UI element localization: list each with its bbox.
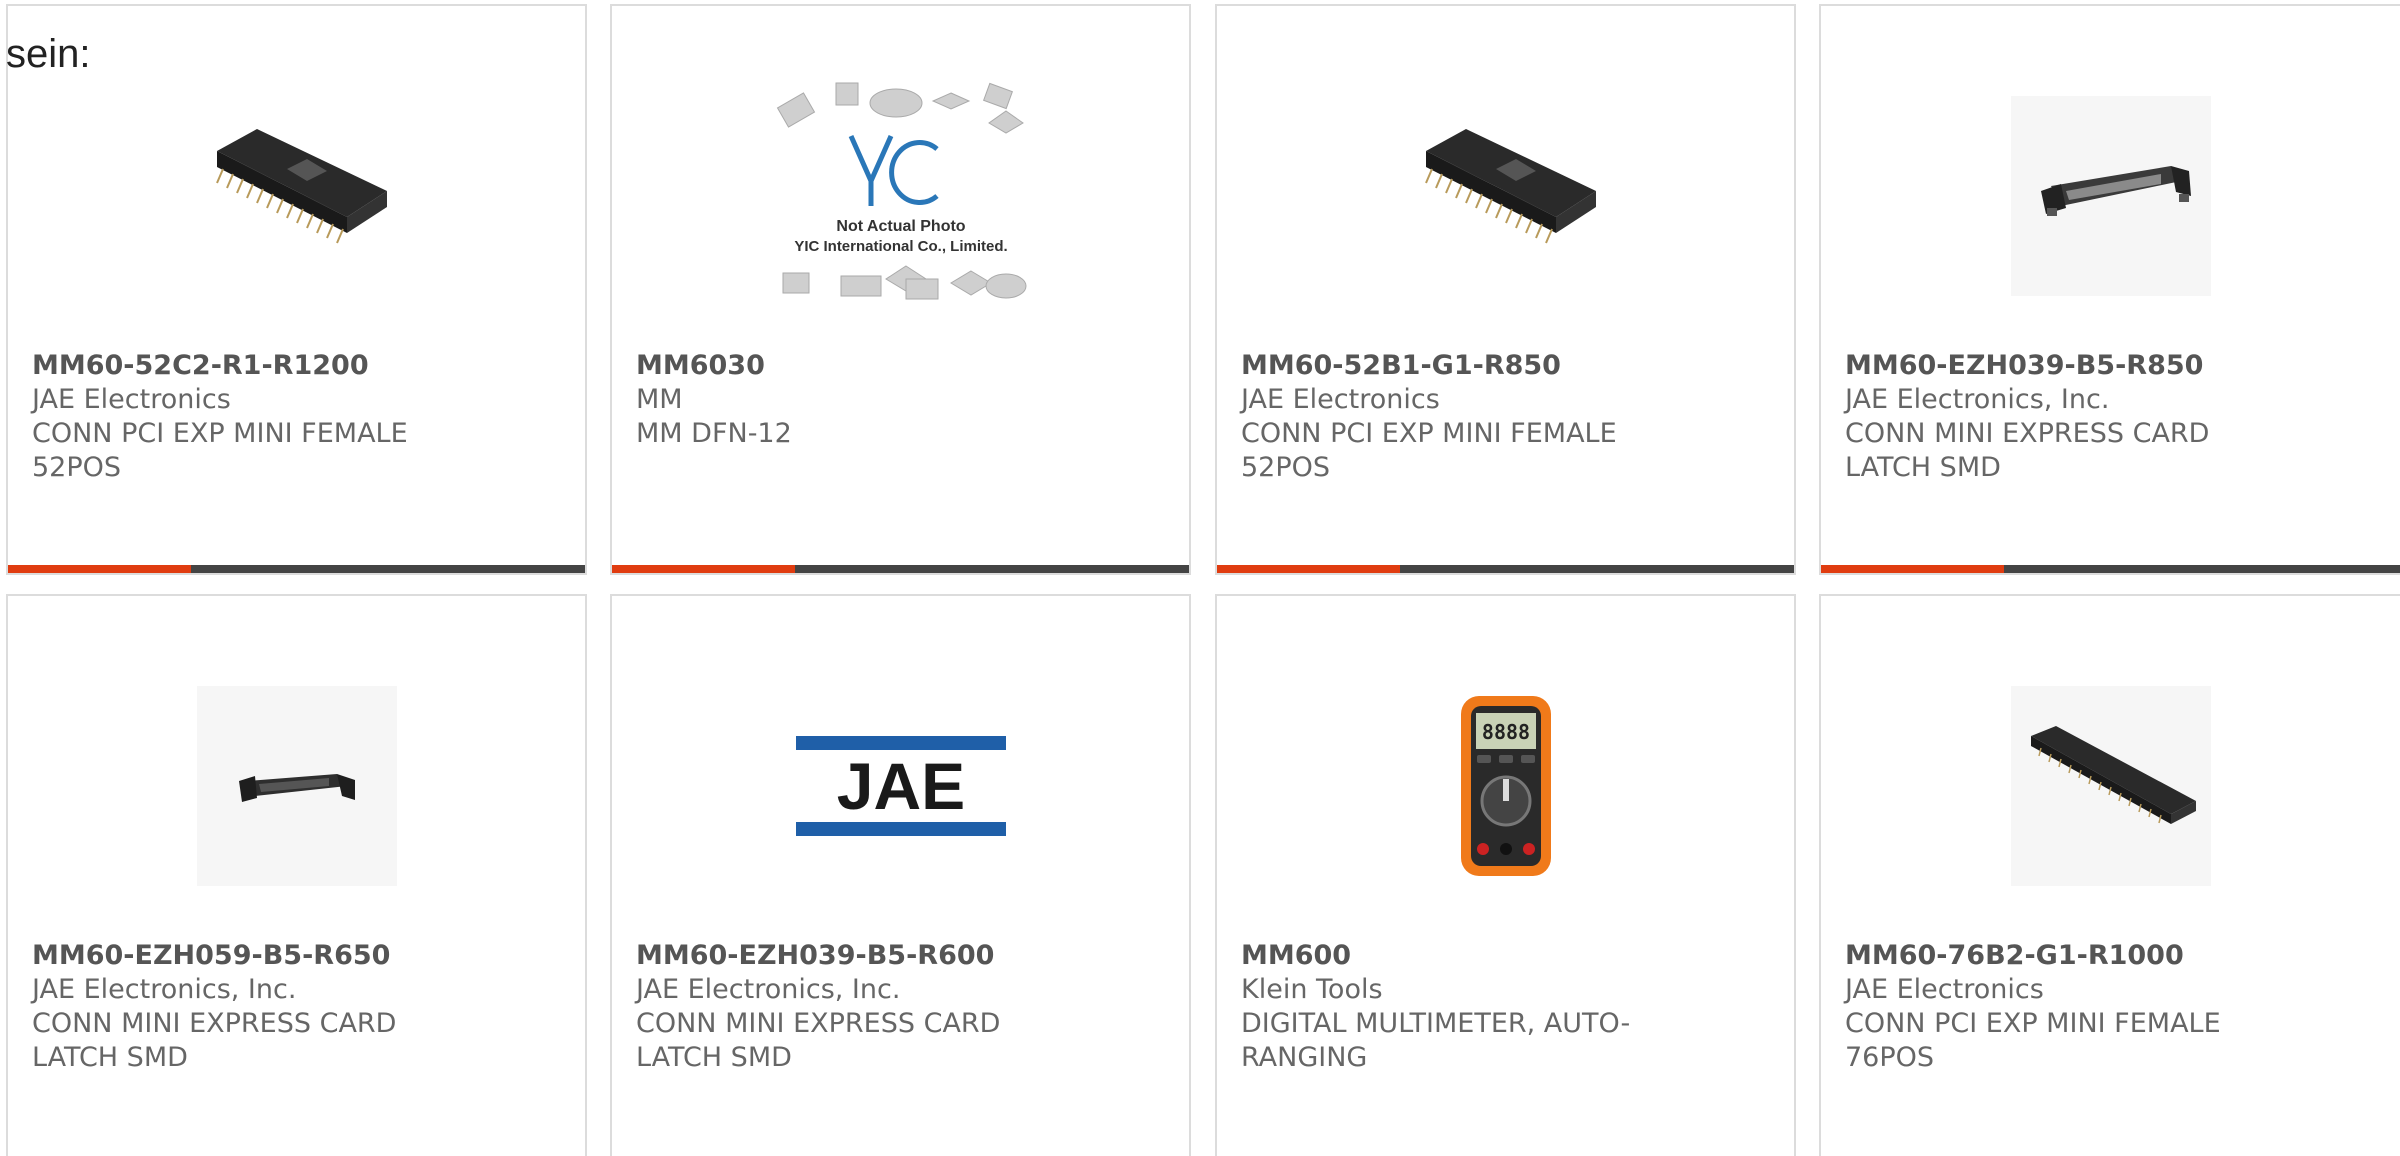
description-line: 52POS xyxy=(1241,452,1331,483)
connector-icon xyxy=(1424,129,1596,244)
placeholder-image-icon: Not Actual Photo YIC International Co., … xyxy=(776,82,1026,300)
part-number[interactable]: MM60-76B2-G1-R1000 xyxy=(1845,939,2397,973)
product-info: MM60-EZH039-B5-R850 JAE Electronics, Inc… xyxy=(1845,349,2397,485)
card-footer-bar xyxy=(612,565,1189,573)
description-line: CONN PCI EXP MINI FEMALE xyxy=(32,418,408,449)
product-card[interactable]: Not Actual Photo YIC International Co., … xyxy=(610,4,1191,575)
manufacturer: JAE Electronics, Inc. xyxy=(636,974,901,1005)
part-number[interactable]: MM6030 xyxy=(636,349,1169,383)
part-number[interactable]: MM60-EZH059-B5-R650 xyxy=(32,939,565,973)
product-card[interactable]: 8888 MM600 Klein Tools DIGITAL MULTIMETE… xyxy=(1215,594,1796,1156)
product-card[interactable]: MM60-EZH039-B5-R850 JAE Electronics, Inc… xyxy=(1819,4,2400,575)
product-info: MM60-EZH039-B5-R600 JAE Electronics, Inc… xyxy=(636,939,1169,1075)
product-info: MM600 Klein Tools DIGITAL MULTIMETER, AU… xyxy=(1241,939,1774,1075)
manufacturer: JAE Electronics xyxy=(1241,384,1440,415)
placeholder-line2: YIC International Co., Limited. xyxy=(794,238,1007,255)
description-line: MM DFN-12 xyxy=(636,418,792,449)
product-info: MM60-52B1-G1-R850 JAE Electronics CONN P… xyxy=(1241,349,1774,485)
product-image[interactable] xyxy=(1356,46,1656,346)
description-line: 52POS xyxy=(32,452,122,483)
intro-text: sein: xyxy=(6,32,91,76)
manufacturer: JAE Electronics, Inc. xyxy=(32,974,297,1005)
part-number[interactable]: MM60-52B1-G1-R850 xyxy=(1241,349,1774,383)
description-line: CONN PCI EXP MINI FEMALE xyxy=(1845,1008,2221,1039)
product-info: MM60-EZH059-B5-R650 JAE Electronics, Inc… xyxy=(32,939,565,1075)
card-footer-bar xyxy=(1217,565,1794,573)
part-number[interactable]: MM60-EZH039-B5-R850 xyxy=(1845,349,2397,383)
jae-logo-icon: JAE xyxy=(795,736,1006,836)
connector-latch-icon xyxy=(2011,96,2211,296)
logo-text: JAE xyxy=(836,749,964,823)
product-image[interactable]: 8888 xyxy=(1356,636,1656,936)
description-line: CONN MINI EXPRESS CARD xyxy=(1845,418,2210,449)
product-card[interactable]: MM60-52B1-G1-R850 JAE Electronics CONN P… xyxy=(1215,4,1796,575)
product-info: MM60-76B2-G1-R1000 JAE Electronics CONN … xyxy=(1845,939,2397,1075)
product-image[interactable] xyxy=(1961,46,2261,346)
display-digits: 8888 xyxy=(1481,720,1529,744)
description-line: RANGING xyxy=(1241,1042,1368,1073)
part-number[interactable]: MM60-52C2-R1-R1200 xyxy=(32,349,565,383)
product-image[interactable] xyxy=(147,46,447,346)
connector-icon xyxy=(215,129,387,244)
product-info: MM60-52C2-R1-R1200 JAE Electronics CONN … xyxy=(32,349,565,485)
manufacturer: JAE Electronics, Inc. xyxy=(1845,384,2110,415)
product-grid-page: sein: MM60-52C2-R1-R1200 JAE Electronics… xyxy=(0,0,2400,1156)
card-footer-accent xyxy=(1217,565,1400,573)
product-image[interactable] xyxy=(147,636,447,936)
card-footer-accent xyxy=(1821,565,2004,573)
description-line: LATCH SMD xyxy=(32,1042,188,1073)
product-card[interactable]: MM60-EZH059-B5-R650 JAE Electronics, Inc… xyxy=(6,594,587,1156)
description-line: LATCH SMD xyxy=(1845,452,2001,483)
description-line: DIGITAL MULTIMETER, AUTO- xyxy=(1241,1008,1631,1039)
placeholder-line1: Not Actual Photo xyxy=(836,218,965,235)
product-card[interactable]: MM60-52C2-R1-R1200 JAE Electronics CONN … xyxy=(6,4,587,575)
description-line: CONN MINI EXPRESS CARD xyxy=(636,1008,1001,1039)
description-line: 76POS xyxy=(1845,1042,1935,1073)
multimeter-icon: 8888 xyxy=(1460,696,1551,876)
card-footer-bar xyxy=(1821,565,2400,573)
product-card[interactable]: JAE MM60-EZH039-B5-R600 JAE Electronics,… xyxy=(610,594,1191,1156)
manufacturer: MM xyxy=(636,384,683,415)
manufacturer: Klein Tools xyxy=(1241,974,1383,1005)
part-number[interactable]: MM600 xyxy=(1241,939,1774,973)
description-line: LATCH SMD xyxy=(636,1042,792,1073)
card-footer-bar xyxy=(8,565,585,573)
connector-icon xyxy=(2011,686,2211,886)
description-line: CONN MINI EXPRESS CARD xyxy=(32,1008,397,1039)
connector-latch-icon xyxy=(196,686,397,886)
card-footer-accent xyxy=(8,565,191,573)
product-image[interactable]: Not Actual Photo YIC International Co., … xyxy=(751,46,1051,346)
product-image[interactable]: JAE xyxy=(751,636,1051,936)
product-card[interactable]: MM60-76B2-G1-R1000 JAE Electronics CONN … xyxy=(1819,594,2400,1156)
card-footer-accent xyxy=(612,565,795,573)
manufacturer: JAE Electronics xyxy=(1845,974,2044,1005)
description-line: CONN PCI EXP MINI FEMALE xyxy=(1241,418,1617,449)
manufacturer: JAE Electronics xyxy=(32,384,231,415)
product-info: MM6030 MM MM DFN-12 xyxy=(636,349,1169,451)
part-number[interactable]: MM60-EZH039-B5-R600 xyxy=(636,939,1169,973)
product-image[interactable] xyxy=(1961,636,2261,936)
